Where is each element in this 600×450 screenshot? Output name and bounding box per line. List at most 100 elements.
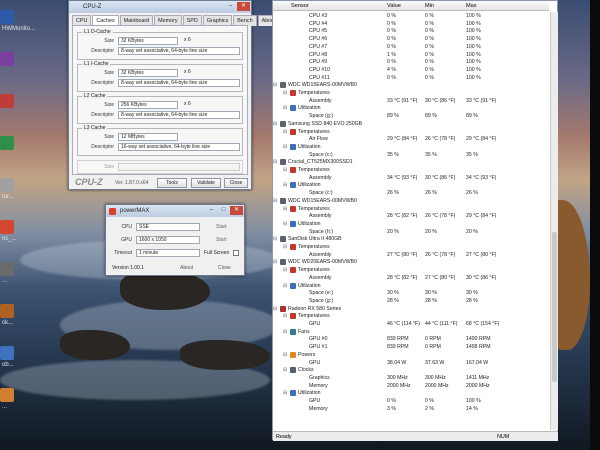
l2-mult: x 6 (184, 101, 191, 107)
temp-icon (290, 128, 296, 135)
fullscreen-checkbox[interactable] (233, 250, 239, 256)
util-icon (290, 220, 296, 227)
vertical-scrollbar[interactable] (550, 12, 558, 430)
sensor-name: CPU #7 (309, 43, 328, 50)
sensor-name: Crucial_CT525MX300SSD1 (288, 159, 353, 166)
desktop-app-icon[interactable] (0, 94, 14, 108)
util-icon (290, 390, 296, 397)
cpuz-titlebar[interactable]: CPU-Z – ✕ (69, 1, 251, 13)
min-column-header[interactable]: Min (425, 3, 434, 9)
collapse-icon[interactable]: ⊟ (283, 206, 287, 212)
desktop-app-icon[interactable] (0, 136, 14, 150)
sensor-max: 100 % (466, 66, 481, 73)
collapse-icon[interactable]: ⊟ (283, 283, 287, 289)
collapse-icon[interactable]: ⊟ (273, 121, 277, 127)
collapse-icon[interactable]: ⊟ (273, 159, 277, 165)
collapse-icon[interactable]: ⊟ (283, 367, 287, 373)
desktop-app-icon[interactable] (0, 178, 14, 192)
collapse-icon[interactable]: ⊟ (283, 313, 287, 319)
temp-icon (290, 167, 296, 173)
collapse-icon[interactable]: ⊟ (283, 144, 287, 150)
sensor-value: 89 % (387, 113, 399, 120)
close-icon[interactable]: ✕ (230, 206, 243, 215)
sensor-value: 26 % (387, 190, 399, 197)
power-icon (290, 351, 296, 358)
sensor-min: 2000 MHz (425, 382, 449, 389)
l3-group: L3 Cache Size 12 MBytes Descriptor 16-wa… (77, 125, 243, 156)
l2-group: L2 Cache Size 256 KBytes x 6 Descriptor … (77, 93, 243, 124)
sensor-min: 300 MHz (425, 374, 446, 381)
powermax-close-button[interactable]: Close (218, 265, 231, 271)
sensor-column-header[interactable]: Sensor (291, 3, 309, 9)
sensor-max: 27 °C (80 °F) (466, 251, 497, 258)
sensor-value: 29 °C (84 °F) (387, 136, 418, 143)
close-button[interactable]: Close (224, 178, 248, 188)
desktop-app-icon[interactable] (0, 220, 14, 234)
sensor-max: 100 % (466, 28, 481, 35)
collapse-icon[interactable]: ⊟ (273, 259, 277, 265)
collapse-icon[interactable]: ⊟ (283, 129, 287, 135)
desktop-app-icon[interactable] (0, 262, 14, 276)
size-label: Size (104, 70, 114, 76)
sensor-max: 1498 RPM (466, 344, 491, 351)
desktop-app-icon[interactable] (0, 52, 14, 66)
validate-button[interactable]: Validate (191, 178, 221, 188)
collapse-icon[interactable]: ⊟ (283, 329, 287, 335)
about-button[interactable]: About (180, 265, 193, 271)
collapse-icon[interactable]: ⊟ (283, 221, 287, 227)
close-icon[interactable]: ✕ (237, 2, 250, 11)
rock (120, 270, 210, 310)
gpu-start-button[interactable]: Start (216, 237, 227, 243)
desktop-app-icon[interactable] (0, 346, 14, 360)
collapse-icon[interactable]: ⊟ (283, 390, 287, 396)
value-column-header[interactable]: Value (387, 3, 401, 9)
max-column-header[interactable]: Max (466, 3, 477, 9)
collapse-icon[interactable]: ⊟ (273, 82, 277, 88)
sensor-value: 33 °C (91 °F) (387, 97, 418, 104)
collapse-icon[interactable]: ⊟ (283, 267, 287, 273)
cpu-select[interactable]: SSE (136, 223, 200, 231)
sensor-min: 37.63 W (425, 359, 445, 366)
minimize-icon[interactable]: – (224, 2, 237, 11)
cpu-start-button[interactable]: Start (216, 224, 227, 230)
descriptor-label: Descriptor (91, 144, 114, 150)
sensor-max: 28 % (466, 297, 478, 304)
temp-icon (290, 267, 296, 274)
collapse-icon[interactable]: ⊟ (283, 182, 287, 188)
tools-button[interactable]: Tools (157, 178, 187, 188)
sensor-value: 300 MHz (387, 374, 408, 381)
collapse-icon[interactable]: ⊟ (283, 244, 287, 250)
desktop-app-icon[interactable] (0, 10, 14, 24)
disk-icon (280, 120, 286, 127)
sensor-value: 2000 MHz (387, 382, 411, 389)
collapse-icon[interactable]: ⊟ (273, 306, 277, 312)
powermax-titlebar[interactable]: powerMAX – □ ✕ (106, 205, 244, 217)
collapse-icon[interactable]: ⊟ (283, 90, 287, 96)
scrollbar-thumb[interactable] (552, 232, 557, 382)
maximize-icon[interactable]: □ (217, 206, 230, 215)
collapse-icon[interactable]: ⊟ (273, 236, 277, 242)
sensor-name: Graphics (309, 374, 330, 381)
sensor-name: Assembly (309, 213, 332, 220)
collapse-icon[interactable]: ⊟ (283, 352, 287, 358)
gpu-select[interactable]: 1600 x 1050 (136, 236, 200, 244)
temp-icon (290, 90, 296, 96)
collapse-icon[interactable]: ⊟ (273, 198, 277, 204)
sensor-min: 44 °C (111 °F) (425, 321, 458, 327)
timeout-select[interactable]: 1 minute (136, 249, 200, 257)
sensor-name: Utilization (298, 390, 321, 397)
sensor-min: 28 % (425, 297, 437, 304)
collapse-icon[interactable]: ⊟ (283, 105, 287, 111)
sensor-min: 0 % (425, 20, 434, 27)
sensor-row[interactable]: Memory 3 % 2 % 14 % (273, 405, 549, 414)
sensor-name: CPU #6 (309, 36, 328, 43)
sensor-name: Space (c:) (309, 151, 333, 158)
sensor-name: Temperatures (298, 128, 330, 135)
sensor-value: 28 °C (82 °F) (387, 274, 418, 281)
sensor-min: 0 RPM (425, 344, 441, 351)
desktop-app-icon[interactable] (0, 304, 14, 318)
collapse-icon[interactable]: ⊟ (283, 167, 287, 173)
sensor-max: 30 °C (86 °F) (466, 274, 497, 281)
sensor-max: 20 % (466, 228, 478, 235)
desktop-app-icon[interactable] (0, 388, 14, 402)
